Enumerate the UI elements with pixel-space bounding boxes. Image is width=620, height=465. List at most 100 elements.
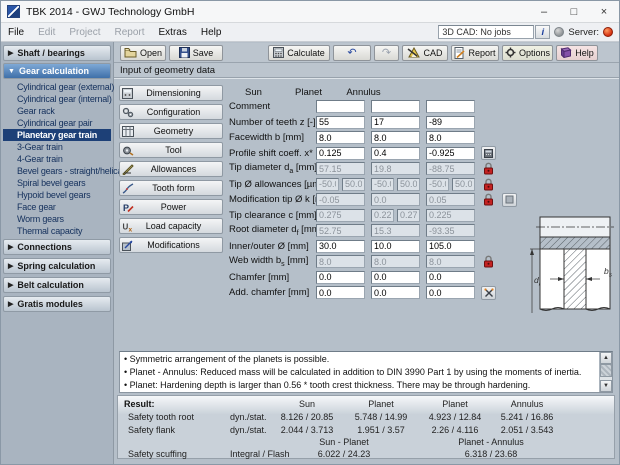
row-comment: Comment (229, 100, 481, 113)
chamfer-planet-input[interactable] (371, 271, 420, 284)
sidebar-item-4-gear-train[interactable]: 4-Gear train (3, 153, 111, 165)
redo-button[interactable]: ↷ (374, 45, 399, 61)
inner-outer-annulus-input[interactable] (426, 240, 475, 253)
sidebar-section-shaft-bearings[interactable]: ▶Shaft / bearings (3, 45, 111, 61)
profile-shift-annulus-input[interactable] (426, 147, 475, 160)
close-button[interactable]: × (589, 1, 619, 22)
sidebar-item-cylindrical-gear-external[interactable]: Cylindrical gear (external) (3, 81, 111, 93)
sidebar-item-bevel-gears[interactable]: Bevel gears - straight/helical (3, 165, 111, 177)
sidebar-item-worm-gears[interactable]: Worm gears (3, 213, 111, 225)
tooth-form-curve-icon (120, 183, 135, 194)
add-chamfer-planet-input[interactable] (371, 286, 420, 299)
nav-allowances-button[interactable]: Allowances (119, 161, 223, 177)
tip-diameter-lock-button[interactable] (481, 162, 496, 176)
tip-allowances-lock-button[interactable] (481, 177, 496, 191)
scroll-down-arrow[interactable]: ▼ (600, 380, 612, 392)
modification-tip-extra-button[interactable] (502, 193, 517, 207)
sidebar-section-gratis-modules[interactable]: ▶Gratis modules (3, 296, 111, 312)
chamfer-sun-input[interactable] (316, 271, 365, 284)
scrollbar-thumb[interactable] (600, 364, 612, 377)
column-header-planet: Planet (284, 87, 333, 98)
save-button[interactable]: Save (169, 45, 223, 61)
message-panel: • Symmetric arrangement of the planets i… (119, 351, 613, 393)
sidebar-item-cylindrical-gear-internal[interactable]: Cylindrical gear (internal) (3, 93, 111, 105)
minimize-button[interactable]: – (529, 1, 559, 22)
report-button[interactable]: Report (451, 45, 499, 61)
sidebar-item-cylindrical-gear-pair[interactable]: Cylindrical gear pair (3, 117, 111, 129)
modification-tip-lock-button[interactable] (481, 193, 496, 207)
lock-icon (483, 255, 494, 268)
app-window: TBK 2014 - GWJ Technology GmbH – □ × Fil… (0, 0, 620, 465)
tool-icon (120, 145, 135, 156)
nav-power-button[interactable]: PPower (119, 199, 223, 215)
cad-button[interactable]: CAD (402, 45, 448, 61)
teeth-annulus-input[interactable] (426, 116, 475, 129)
info-button[interactable]: i (535, 25, 550, 39)
facewidth-annulus-input[interactable] (426, 131, 475, 144)
result-value: 4.923 / 12.84 (414, 412, 496, 422)
field-label: Modification tip Ø k [mm] (229, 194, 316, 205)
page-title: Input of geometry data (114, 63, 619, 78)
comment-sun-input[interactable] (316, 100, 365, 113)
chamfer-annulus-input[interactable] (426, 271, 475, 284)
message-line: • Planet - Annulus: Reduced mass will be… (124, 366, 595, 379)
sidebar-section-belt-calculation[interactable]: ▶Belt calculation (3, 277, 111, 293)
teeth-planet-input[interactable] (371, 116, 420, 129)
detail-icon (505, 195, 514, 204)
sidebar-item-hypoid-bevel-gears[interactable]: Hypoid bevel gears (3, 189, 111, 201)
add-chamfer-detail-button[interactable] (481, 286, 496, 300)
sidebar-item-thermal-capacity[interactable]: Thermal capacity (3, 225, 111, 237)
nav-geometry-button[interactable]: Geometry (119, 123, 223, 139)
open-button[interactable]: Open (120, 45, 166, 61)
sidebar-item-gear-rack[interactable]: Gear rack (3, 105, 111, 117)
inner-outer-sun-input[interactable] (316, 240, 365, 253)
comment-annulus-input[interactable] (426, 100, 475, 113)
root-diameter-planet-field (371, 224, 420, 237)
nav-modifications-button[interactable]: Modifications (119, 237, 223, 253)
tip-clearance-planet-b-field (397, 209, 420, 222)
profile-shift-sun-input[interactable] (316, 147, 365, 160)
add-chamfer-annulus-input[interactable] (426, 286, 475, 299)
sidebar-section-spring-calculation[interactable]: ▶Spring calculation (3, 258, 111, 274)
nav-dimensioning-button[interactable]: Dimensioning (119, 85, 223, 101)
sidebar-item-planetary-gear-train[interactable]: Planetary gear train (3, 129, 111, 141)
facewidth-planet-input[interactable] (371, 131, 420, 144)
result-value: 2.044 / 3.713 (266, 425, 348, 435)
nav-load-capacity-button[interactable]: UxLoad capacity (119, 218, 223, 234)
menu-file[interactable]: File (1, 27, 31, 38)
teeth-sun-input[interactable] (316, 116, 365, 129)
undo-button[interactable]: ↶ (333, 45, 371, 61)
sidebar-section-gear-calculation[interactable]: ▼Gear calculation (3, 63, 111, 79)
tip-clearance-annulus-field (426, 209, 475, 222)
comment-planet-input[interactable] (371, 100, 420, 113)
profile-shift-calculator-button[interactable] (481, 146, 496, 160)
sidebar-item-spiral-bevel-gears[interactable]: Spiral bevel gears (3, 177, 111, 189)
geometry-grid-icon (120, 126, 135, 137)
row-web-width: Web width bs [mm] (229, 255, 499, 268)
scroll-up-arrow[interactable]: ▲ (600, 352, 612, 364)
message-line: • Symmetric arrangement of the planets i… (124, 353, 595, 366)
nav-tool-button[interactable]: Tool (119, 142, 223, 158)
root-diameter-sun-field (316, 224, 365, 237)
inner-outer-planet-input[interactable] (371, 240, 420, 253)
menu-help[interactable]: Help (194, 27, 229, 38)
options-button[interactable]: Options (502, 45, 553, 61)
sidebar-item-3-gear-train[interactable]: 3-Gear train (3, 141, 111, 153)
web-width-lock-button[interactable] (481, 255, 496, 269)
help-button[interactable]: Help (556, 45, 598, 61)
result-row-mode: dyn./stat. (230, 412, 267, 422)
profile-shift-planet-input[interactable] (371, 147, 420, 160)
nav-configuration-button[interactable]: Configuration (119, 104, 223, 120)
add-chamfer-sun-input[interactable] (316, 286, 365, 299)
menu-extras[interactable]: Extras (152, 27, 194, 38)
nav-tooth-form-button[interactable]: Tooth form (119, 180, 223, 196)
calculate-button[interactable]: Calculate (268, 45, 330, 61)
message-scrollbar[interactable]: ▲ ▼ (599, 352, 612, 392)
field-label: Tip diameter da [mm] (229, 162, 316, 175)
maximize-button[interactable]: □ (559, 1, 589, 22)
facewidth-sun-input[interactable] (316, 131, 365, 144)
sidebar-section-connections[interactable]: ▶Connections (3, 239, 111, 255)
root-diameter-annulus-field (426, 224, 475, 237)
sidebar-item-face-gear[interactable]: Face gear (3, 201, 111, 213)
tip-allowance-annulus-lower-field (426, 178, 449, 191)
